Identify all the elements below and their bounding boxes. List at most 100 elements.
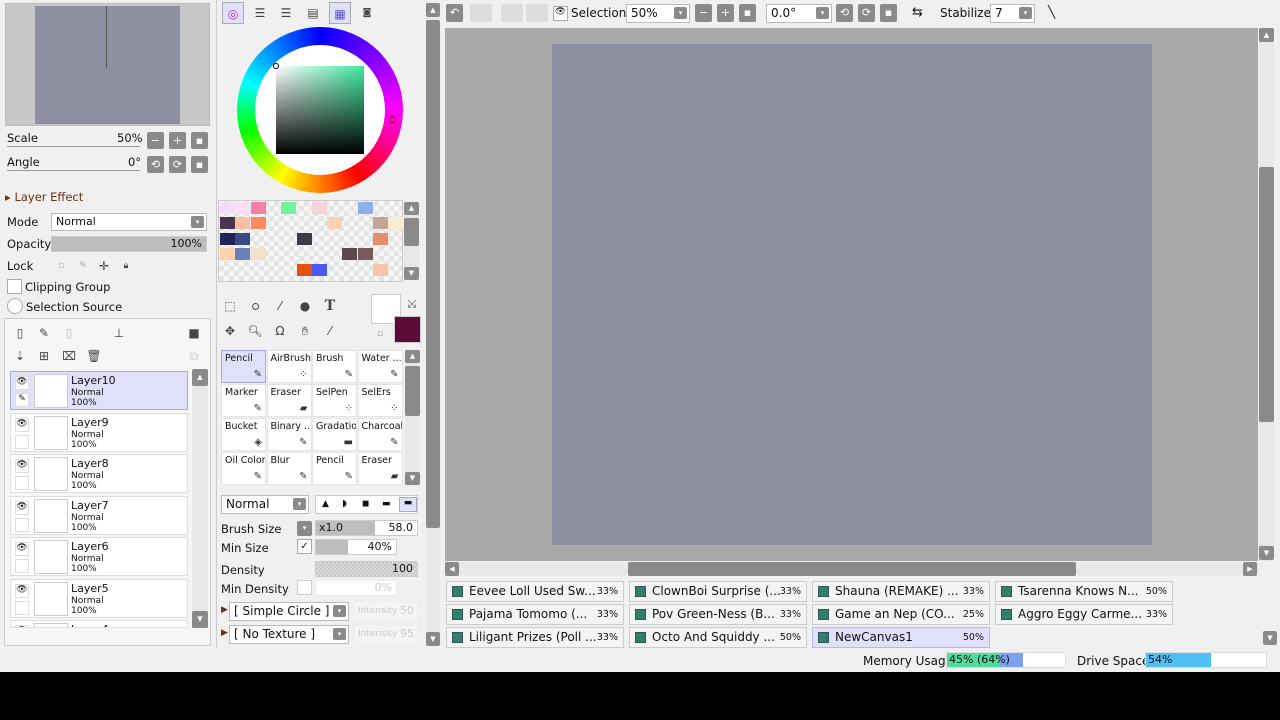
- brush-tool-2[interactable]: Brush ✎: [312, 350, 357, 383]
- color-swatch[interactable]: [250, 248, 266, 261]
- hand-tool-icon[interactable]: ✋︎: [294, 320, 316, 342]
- rotate-right-button[interactable]: ⟳: [169, 156, 186, 173]
- magic-wand-icon[interactable]: ⁄: [269, 295, 291, 317]
- hue-cursor[interactable]: [389, 116, 396, 123]
- min-size-slider[interactable]: 40%: [315, 539, 397, 555]
- brush-tool-12[interactable]: Oil Color ✎: [221, 452, 266, 485]
- pen-icon[interactable]: ✎: [15, 393, 29, 407]
- document-tab[interactable]: Eevee Loll Used Sw... 33%: [446, 581, 624, 602]
- scroll-down-icon[interactable]: ▼: [405, 472, 420, 485]
- document-tab[interactable]: Game an Nep (CO... 25%: [812, 604, 990, 625]
- clear-layer-icon[interactable]: ⌧: [58, 345, 80, 367]
- document-tab[interactable]: Pajama Tomomo (... 33%: [446, 604, 624, 625]
- color-swatch[interactable]: [296, 263, 312, 276]
- visibility-eye-icon[interactable]: 👁︎: [15, 500, 29, 515]
- brush-tool-8[interactable]: Bucket ◈: [221, 418, 266, 451]
- move-icon[interactable]: ✥: [219, 320, 241, 342]
- show-selection-checkbox[interactable]: 👁︎: [553, 6, 568, 21]
- visibility-eye-icon[interactable]: 👁︎: [15, 459, 29, 473]
- lasso-icon[interactable]: ഠ: [244, 295, 266, 317]
- scroll-up-icon[interactable]: ▲: [405, 350, 420, 363]
- mask-icon[interactable]: ■: [183, 322, 205, 344]
- rotate-reset-button[interactable]: ▪: [880, 4, 897, 22]
- shape-full-icon[interactable]: ▬: [399, 497, 417, 512]
- lock-transparency-icon[interactable]: ▫: [50, 255, 72, 277]
- color-swatch[interactable]: [373, 263, 388, 276]
- scale-slider[interactable]: [7, 146, 140, 147]
- color-swatch[interactable]: [220, 202, 235, 214]
- scroll-down-icon[interactable]: ▼: [1259, 546, 1274, 560]
- brush-tool-15[interactable]: Eraser ▰: [357, 452, 403, 485]
- canvas-viewport[interactable]: [445, 28, 1258, 561]
- zoom-reset-button[interactable]: ▪: [739, 4, 756, 22]
- layer-lock-slot[interactable]: [15, 434, 29, 449]
- scroll-down-icon[interactable]: ▼: [426, 632, 440, 646]
- document-tab[interactable]: NewCanvas1 50%: [812, 627, 990, 648]
- color-swatch[interactable]: [373, 217, 388, 230]
- navigator-preview[interactable]: [5, 3, 210, 126]
- lock-move-icon[interactable]: ✛: [93, 255, 115, 277]
- visibility-eye-icon[interactable]: 👁︎: [15, 583, 29, 598]
- document-tab[interactable]: Tsarenna Knows N... 50%: [995, 581, 1173, 602]
- rotate-right-button[interactable]: ⟳: [858, 4, 875, 22]
- deselect-button[interactable]: [501, 4, 523, 22]
- min-density-checkbox[interactable]: [297, 580, 312, 595]
- visibility-eye-icon[interactable]: 👁︎: [15, 542, 29, 556]
- new-layer-icon[interactable]: ▯: [9, 322, 31, 344]
- angle-slider[interactable]: [7, 170, 140, 171]
- drawing-canvas[interactable]: [552, 44, 1152, 545]
- visibility-eye-icon[interactable]: 👁︎: [15, 417, 29, 432]
- layer-effect-toggle[interactable]: ▸ Layer Effect: [5, 190, 83, 204]
- text-tool-icon[interactable]: T: [319, 295, 341, 317]
- rotate-left-button[interactable]: ⟲: [836, 4, 853, 22]
- swap-colors-icon[interactable]: ⤩: [401, 293, 423, 315]
- size-multiplier-dropdown[interactable]: ▾: [297, 521, 312, 536]
- stabilizer-select[interactable]: 7 ▾: [990, 4, 1035, 23]
- zoom-in-button[interactable]: +: [169, 132, 186, 149]
- selection-source-checkbox[interactable]: [7, 298, 23, 314]
- layer-lock-slot[interactable]: [15, 517, 29, 532]
- color-swatch[interactable]: [235, 217, 251, 230]
- brush-tool-7[interactable]: SelErs ⁘: [357, 384, 403, 417]
- flip-horizontal-icon[interactable]: ⇆: [912, 5, 923, 20]
- hsv-slider-tab-icon[interactable]: ☰: [275, 2, 297, 24]
- layer-item[interactable]: 👁︎ Layer8 Normal 100%: [10, 454, 188, 493]
- scroll-left-icon[interactable]: ◀: [445, 562, 459, 576]
- color-swatch[interactable]: [342, 248, 358, 261]
- visibility-eye-icon[interactable]: 👁︎: [15, 625, 29, 627]
- eyedropper-icon[interactable]: ⁄: [319, 320, 341, 342]
- texture-select[interactable]: [ No Texture ] ▾: [229, 625, 349, 644]
- color-swatch[interactable]: [250, 202, 266, 214]
- layer-lock-slot[interactable]: [15, 600, 29, 615]
- rotate-reset-button[interactable]: ▪: [191, 156, 208, 173]
- lock-all-icon[interactable]: 🔒︎: [115, 255, 137, 277]
- tool-scrollbar[interactable]: ▲ ▼: [405, 350, 420, 486]
- shape-round-icon[interactable]: ◗: [342, 499, 347, 509]
- shape-square-icon[interactable]: ▬: [382, 499, 391, 509]
- document-tab[interactable]: Octo And Squiddy ... 50%: [629, 627, 807, 648]
- expand-texture-icon[interactable]: ▶: [221, 628, 228, 638]
- color-wheel-tab-icon[interactable]: ◎: [222, 2, 244, 24]
- document-tab[interactable]: ClownBoi Surprise (... 33%: [629, 581, 807, 602]
- new-folder-icon[interactable]: ▯: [58, 322, 80, 344]
- color-swatch[interactable]: [311, 202, 327, 214]
- layer-item[interactable]: 👁︎ Layer5 Normal 100%: [10, 578, 188, 618]
- brush-size-slider[interactable]: x1.0 58.0: [315, 520, 418, 536]
- brush-shape-select[interactable]: [ Simple Circle ] ▾: [229, 602, 349, 621]
- layer-lock-slot[interactable]: [15, 476, 29, 490]
- document-tab[interactable]: Aggro Eggy Carme... 33%: [995, 604, 1173, 625]
- brush-shape-selector[interactable]: ▲ ◗ ◼ ▬ ▬: [315, 495, 418, 514]
- expand-shape-icon[interactable]: ▶: [221, 605, 228, 615]
- rotate-tool-icon[interactable]: Ω: [269, 320, 291, 342]
- rotate-left-button[interactable]: ⟲: [147, 156, 164, 173]
- color-swatch[interactable]: [281, 202, 297, 214]
- brush-tool-14[interactable]: Pencil ✎: [312, 452, 357, 485]
- color-swatch[interactable]: [235, 202, 251, 214]
- color-swatch[interactable]: [220, 248, 235, 261]
- density-slider[interactable]: 100: [315, 561, 418, 577]
- lock-paint-icon[interactable]: ✎: [72, 255, 94, 277]
- document-tab[interactable]: Pov Green-Ness (B... 33%: [629, 604, 807, 625]
- brush-blend-mode-select[interactable]: Normal ▾: [221, 495, 309, 514]
- merge-layer-icon[interactable]: ⊞: [33, 345, 55, 367]
- brush-tool-5[interactable]: Eraser ▰: [266, 384, 312, 417]
